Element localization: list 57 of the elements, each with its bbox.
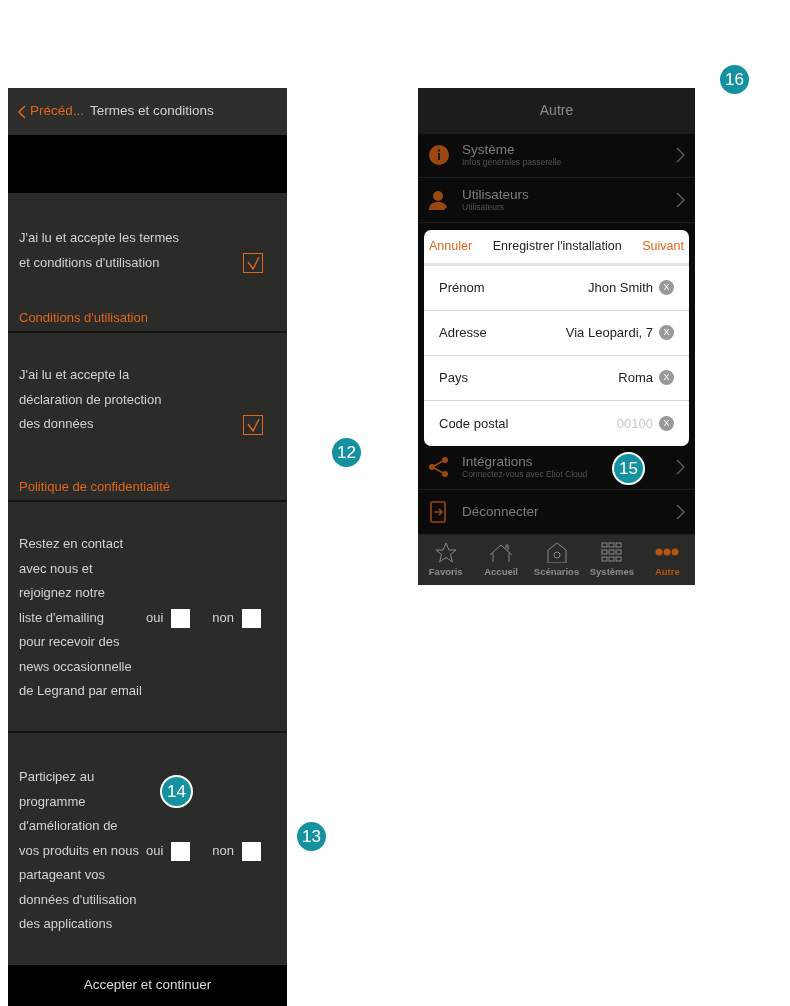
checkbox[interactable]: [243, 253, 263, 273]
tab[interactable]: Scénarios: [528, 534, 585, 585]
input-field[interactable]: Roma: [473, 368, 653, 388]
step-number: 13: [295, 820, 328, 853]
checkbox[interactable]: [242, 841, 261, 861]
checkbox[interactable]: [171, 608, 191, 628]
clear-button[interactable]: X: [659, 415, 674, 431]
checkbox[interactable]: [171, 841, 191, 861]
cancel-link[interactable]: Annuler: [429, 237, 473, 256]
screen-title: Termes et conditions: [90, 102, 214, 121]
back-label: Précéd...: [30, 102, 85, 121]
next-link[interactable]: Suivant: [642, 237, 684, 256]
grid-icon: [599, 540, 624, 563]
policy-link[interactable]: Politique de confidentialité: [19, 476, 171, 496]
tab[interactable]: Systèmes: [584, 534, 640, 585]
step-number: 12: [330, 436, 363, 469]
field-label: Prénom: [439, 279, 485, 297]
field-label: Adresse: [439, 324, 487, 342]
policy-link[interactable]: Conditions d'utilisation: [19, 308, 148, 328]
input-field[interactable]: Jhon Smith: [490, 278, 653, 298]
clear-button[interactable]: X: [659, 325, 674, 341]
menu-item[interactable]: Déconnecter: [418, 490, 695, 535]
section-text: Participez au programme d'amélioration de vos produits en nous partageant vos données d'utilisation des applications: [19, 768, 139, 933]
checkbox[interactable]: [242, 608, 261, 628]
chevron-right-icon: [676, 503, 685, 520]
section-text: J'ai lu et accepte la déclaration de protection des données: [19, 366, 162, 433]
tab[interactable]: Autre: [639, 534, 695, 585]
section-text: J'ai lu et accepte les termes et conditions d'utilisation: [19, 229, 179, 272]
user-icon: [428, 188, 450, 211]
dialog-title: Enregistrer l'installation: [492, 238, 622, 255]
star-icon: [433, 540, 458, 563]
chevron-right-icon: [676, 191, 685, 208]
option-label: non: [212, 609, 234, 627]
screen-title: Autre: [418, 88, 695, 134]
step-number: 16: [718, 63, 751, 96]
back-link[interactable]: Précéd...: [18, 101, 85, 122]
clear-button[interactable]: X: [659, 280, 674, 296]
section-text: Restez en contact avec nous et rejoignez notre liste d'emailing pour recevoir des news occasionnelle de Legrand par email: [19, 535, 142, 700]
gear-house-icon: [544, 540, 569, 563]
field-label: Code postal: [439, 414, 509, 433]
chevron-left-icon: [18, 104, 26, 119]
info-icon: [428, 144, 450, 167]
menu-item[interactable]: Utilisateurs Utilisateurs: [418, 178, 695, 223]
chevron-right-icon: [676, 459, 685, 476]
accept-button[interactable]: Accepter et continuer: [8, 965, 287, 1006]
menu-item[interactable]: Système Infos générales passerelle: [418, 133, 695, 179]
tab[interactable]: Accueil: [473, 534, 529, 585]
checkbox[interactable]: [243, 414, 263, 435]
chevron-right-icon: [676, 147, 685, 164]
input-field[interactable]: Via Leopardi, 7: [492, 323, 653, 343]
clear-button[interactable]: X: [659, 370, 674, 386]
share-icon: [428, 456, 450, 479]
option-label: oui: [145, 842, 164, 860]
option-label: non: [212, 842, 234, 860]
tab[interactable]: Favoris: [418, 534, 474, 585]
option-label: oui: [145, 609, 164, 627]
field-label: Pays: [439, 369, 468, 387]
